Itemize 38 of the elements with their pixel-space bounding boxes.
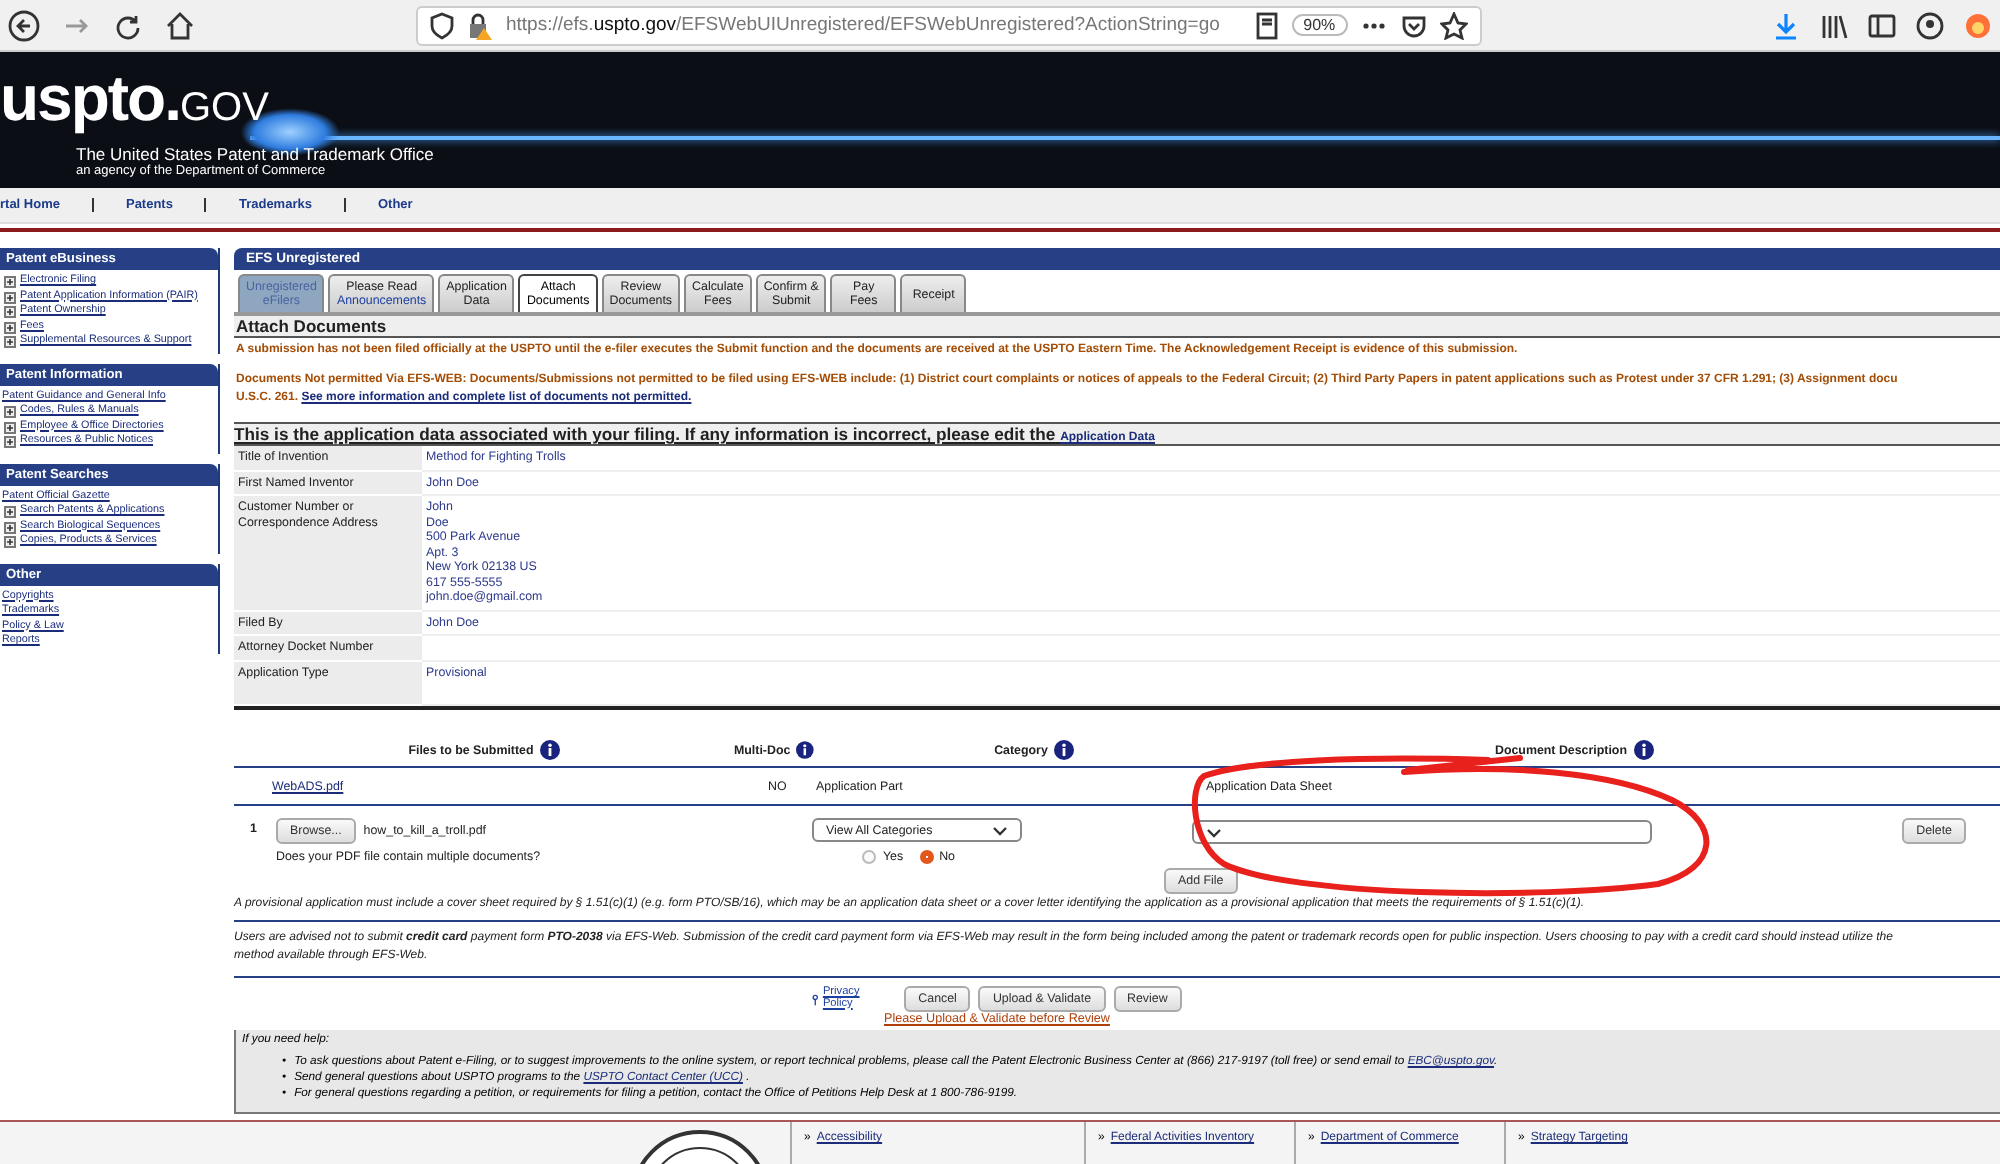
zoom-level[interactable]: 90% <box>1291 14 1348 36</box>
expand-icon[interactable] <box>4 506 16 518</box>
account-icon[interactable] <box>1916 11 1944 39</box>
section-heading: This is the application data associated with your filing. If any information is incorrect, please edit the <box>234 424 1058 444</box>
section-title: Attach Documents <box>234 316 2000 338</box>
lock-icon <box>466 11 494 39</box>
back-icon[interactable] <box>8 9 40 41</box>
expand-icon[interactable] <box>4 406 16 418</box>
address-bar-url[interactable]: https://efs.uspto.gov/EFSWebUIUnregistered/EFSWebUnregistered?ActionString=go <box>506 14 1242 36</box>
info-icon[interactable] <box>1633 740 1653 760</box>
expand-icon[interactable] <box>4 436 16 448</box>
library-icon[interactable] <box>1820 11 1848 39</box>
expand-icon[interactable] <box>4 521 16 533</box>
pocket-icon[interactable] <box>1399 11 1428 39</box>
description-dropdown[interactable] <box>1192 820 1652 844</box>
reader-view-icon[interactable] <box>1253 11 1280 39</box>
sidebar-icon[interactable] <box>1868 11 1896 39</box>
caret-icon <box>992 825 1008 835</box>
info-icon[interactable] <box>539 740 560 760</box>
caret-icon <box>1206 827 1222 837</box>
home-icon[interactable] <box>164 9 196 41</box>
shield-icon <box>430 11 454 39</box>
expand-icon[interactable] <box>4 291 16 303</box>
expand-icon[interactable] <box>4 306 16 318</box>
key-icon <box>812 991 819 1007</box>
expand-icon[interactable] <box>4 336 16 348</box>
info-icon[interactable] <box>796 740 814 760</box>
star-icon[interactable] <box>1439 11 1468 39</box>
expand-icon[interactable] <box>4 421 16 433</box>
download-icon[interactable] <box>1772 11 1800 39</box>
info-icon[interactable] <box>1053 740 1074 760</box>
expand-icon[interactable] <box>4 276 16 288</box>
radio-button[interactable] <box>862 850 877 864</box>
site-logo: uspto.GOV <box>0 66 269 138</box>
site-subtitle: The United States Patent and Trademark Office <box>76 144 436 164</box>
expand-icon[interactable] <box>4 536 16 548</box>
radio-button[interactable] <box>919 850 934 864</box>
expand-icon[interactable] <box>4 321 16 333</box>
